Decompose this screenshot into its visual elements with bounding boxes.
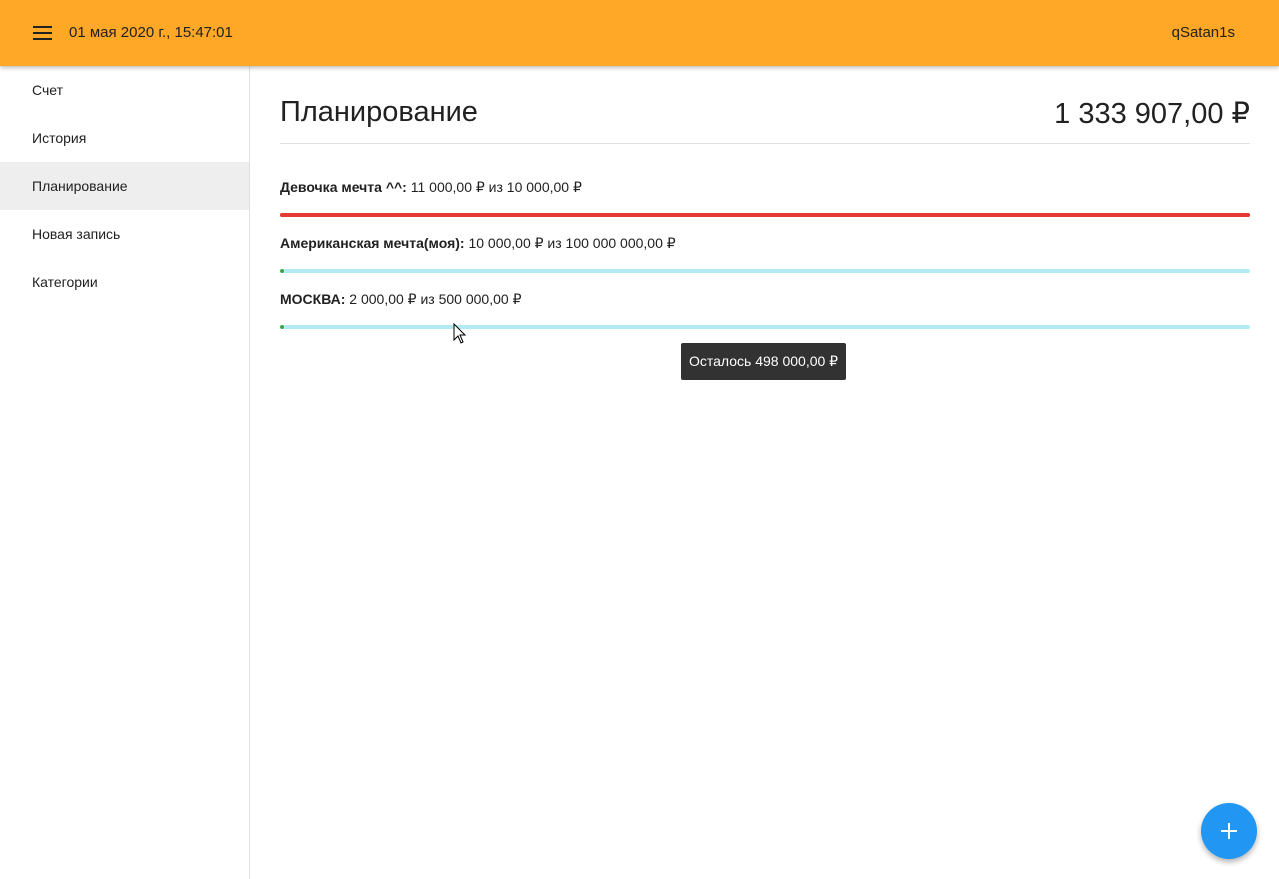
account-balance: 1 333 907,00 ₽ [1054, 98, 1250, 130]
remaining-tooltip: Осталось 498 000,00 ₽ [681, 343, 847, 380]
plan-item: Американская мечта(моя): 10 000,00 ₽ из … [280, 233, 1250, 289]
plan-progress-bar[interactable] [280, 325, 1250, 329]
plan-item: Девочка мечта ^^: 11 000,00 ₽ из 10 000,… [280, 177, 1250, 233]
plan-progress-fill [280, 325, 284, 329]
plans-list: Девочка мечта ^^: 11 000,00 ₽ из 10 000,… [280, 144, 1250, 345]
plan-amounts: 2 000,00 ₽ из 500 000,00 ₽ [349, 291, 522, 307]
sidebar-item-new-record[interactable]: Новая запись [0, 210, 249, 258]
plan-progress-bar[interactable] [280, 213, 1250, 217]
plan-amounts: 11 000,00 ₽ из 10 000,00 ₽ [410, 179, 582, 195]
plan-progress-fill [280, 213, 1250, 217]
plan-text: Американская мечта(моя): 10 000,00 ₽ из … [280, 233, 1250, 269]
page-header: Планирование 1 333 907,00 ₽ [280, 66, 1250, 144]
plan-text: МОСКВА: 2 000,00 ₽ из 500 000,00 ₽ [280, 289, 1250, 325]
add-plan-button[interactable] [1201, 803, 1257, 859]
sidebar: Счет История Планирование Новая запись К… [0, 66, 250, 879]
page-title: Планирование [280, 96, 478, 128]
sidebar-item-account[interactable]: Счет [0, 66, 249, 114]
user-dropdown[interactable]: qSatan1s [1172, 24, 1235, 41]
plan-progress-fill [280, 269, 284, 273]
plan-text: Девочка мечта ^^: 11 000,00 ₽ из 10 000,… [280, 177, 1250, 213]
plan-name: Американская мечта(моя): [280, 235, 465, 251]
plan-amounts: 10 000,00 ₽ из 100 000 000,00 ₽ [468, 235, 676, 251]
top-navbar: 01 мая 2020 г., 15:47:01 qSatan1s [0, 0, 1279, 66]
plan-name: МОСКВА: [280, 291, 346, 307]
sidebar-item-categories[interactable]: Категории [0, 258, 249, 306]
main-content: Планирование 1 333 907,00 ₽ Девочка мечт… [280, 66, 1250, 345]
plan-progress-bar[interactable] [280, 269, 1250, 273]
plan-name: Девочка мечта ^^: [280, 179, 407, 195]
hamburger-menu-icon[interactable] [28, 20, 56, 46]
current-datetime: 01 мая 2020 г., 15:47:01 [69, 24, 233, 41]
plan-item: МОСКВА: 2 000,00 ₽ из 500 000,00 ₽ [280, 289, 1250, 345]
plus-icon [1221, 823, 1237, 839]
sidebar-item-planning[interactable]: Планирование [0, 162, 249, 210]
mouse-cursor-icon [453, 323, 467, 344]
sidebar-item-history[interactable]: История [0, 114, 249, 162]
